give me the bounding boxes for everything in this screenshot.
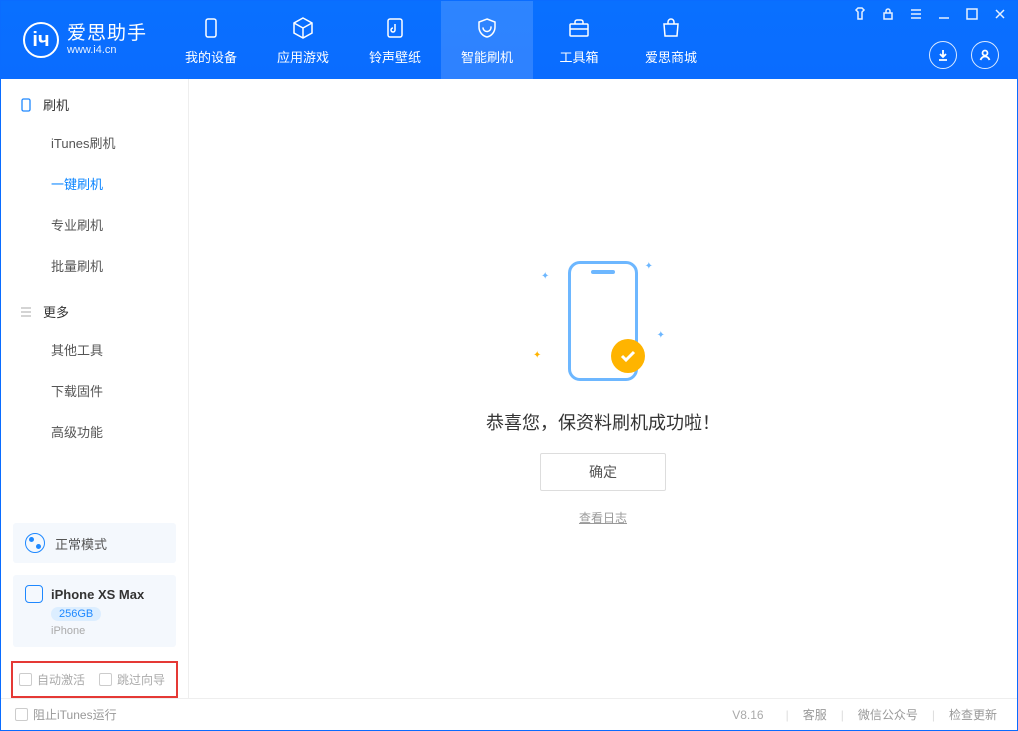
ok-button[interactable]: 确定: [540, 453, 666, 491]
view-log-link[interactable]: 查看日志: [579, 509, 627, 526]
footer-link-wechat[interactable]: 微信公众号: [852, 706, 924, 723]
sidebar-item-advanced[interactable]: 高级功能: [1, 411, 188, 452]
success-illustration: ✦✦✦✦: [523, 251, 683, 391]
refresh-shield-icon: [474, 15, 500, 41]
sidebar-item-other-tools[interactable]: 其他工具: [1, 329, 188, 370]
bag-icon: [658, 15, 684, 41]
app-subtitle: www.i4.cn: [67, 44, 147, 56]
footer-links: V8.16 | 客服 | 微信公众号 | 检查更新: [732, 706, 1003, 723]
sidebar-section-flash: 刷机: [1, 79, 188, 122]
sidebar-section-more: 更多: [1, 286, 188, 329]
top-nav: 我的设备 应用游戏 铃声壁纸 智能刷机 工具箱 爱思商城: [165, 1, 717, 79]
sidebar: 刷机 iTunes刷机 一键刷机 专业刷机 批量刷机 更多 其他工具 下载固件 …: [1, 79, 189, 698]
nav-store[interactable]: 爱思商城: [625, 1, 717, 79]
body: 刷机 iTunes刷机 一键刷机 专业刷机 批量刷机 更多 其他工具 下载固件 …: [1, 79, 1017, 698]
checkbox-box-icon: [15, 708, 28, 721]
lock-icon[interactable]: [881, 7, 895, 21]
download-button[interactable]: [929, 41, 957, 69]
toolbox-icon: [566, 15, 592, 41]
checkbox-box-icon: [19, 673, 32, 686]
checkbox-box-icon: [99, 673, 112, 686]
checkbox-auto-activate[interactable]: 自动激活: [19, 671, 85, 688]
version-label: V8.16: [732, 708, 763, 722]
shirt-icon[interactable]: [853, 7, 867, 21]
nav-smart-flash[interactable]: 智能刷机: [441, 1, 533, 79]
window-controls: [853, 7, 1007, 21]
checkbox-block-itunes[interactable]: 阻止iTunes运行: [15, 706, 117, 723]
mode-icon: [25, 533, 45, 553]
sidebar-item-itunes-flash[interactable]: iTunes刷机: [1, 122, 188, 163]
phone-icon: [19, 98, 33, 112]
nav-my-device[interactable]: 我的设备: [165, 1, 257, 79]
device-icon: [198, 15, 224, 41]
highlighted-checkbox-row: 自动激活 跳过向导: [11, 661, 178, 698]
checkbox-skip-guide[interactable]: 跳过向导: [99, 671, 165, 688]
mode-label: 正常模式: [55, 534, 107, 553]
nav-ringtones-wallpapers[interactable]: 铃声壁纸: [349, 1, 441, 79]
footer-link-update[interactable]: 检查更新: [943, 706, 1003, 723]
footer-link-support[interactable]: 客服: [797, 706, 833, 723]
sidebar-item-download-fw[interactable]: 下载固件: [1, 370, 188, 411]
header-actions: [929, 41, 999, 69]
app-logo: iч 爱思助手 www.i4.cn: [1, 22, 165, 58]
menu-icon[interactable]: [909, 7, 923, 21]
nav-apps-games[interactable]: 应用游戏: [257, 1, 349, 79]
nav-toolbox[interactable]: 工具箱: [533, 1, 625, 79]
storage-badge: 256GB: [51, 607, 101, 621]
sidebar-item-batch-flash[interactable]: 批量刷机: [1, 245, 188, 286]
logo-icon: iч: [23, 22, 59, 58]
cube-icon: [290, 15, 316, 41]
minimize-icon[interactable]: [937, 7, 951, 21]
user-button[interactable]: [971, 41, 999, 69]
main-content: ✦✦✦✦ 恭喜您，保资料刷机成功啦！ 确定 查看日志: [189, 79, 1017, 698]
music-file-icon: [382, 15, 408, 41]
sidebar-item-oneclick-flash[interactable]: 一键刷机: [1, 163, 188, 204]
app-window: iч 爱思助手 www.i4.cn 我的设备 应用游戏 铃声壁纸 智能刷机: [0, 0, 1018, 731]
device-type: iPhone: [51, 625, 85, 637]
app-title: 爱思助手: [67, 24, 147, 45]
titlebar: iч 爱思助手 www.i4.cn 我的设备 应用游戏 铃声壁纸 智能刷机: [1, 1, 1017, 79]
check-badge-icon: [611, 339, 645, 373]
maximize-icon[interactable]: [965, 7, 979, 21]
device-name: iPhone XS Max: [51, 587, 144, 602]
device-card[interactable]: iPhone XS Max 256GB iPhone: [13, 575, 176, 647]
sidebar-item-pro-flash[interactable]: 专业刷机: [1, 204, 188, 245]
success-message: 恭喜您，保资料刷机成功啦！: [486, 409, 720, 435]
footer: 阻止iTunes运行 V8.16 | 客服 | 微信公众号 | 检查更新: [1, 698, 1017, 730]
device-small-icon: [25, 585, 43, 603]
mode-card[interactable]: 正常模式: [13, 523, 176, 563]
hamburger-icon: [19, 305, 33, 319]
close-icon[interactable]: [993, 7, 1007, 21]
